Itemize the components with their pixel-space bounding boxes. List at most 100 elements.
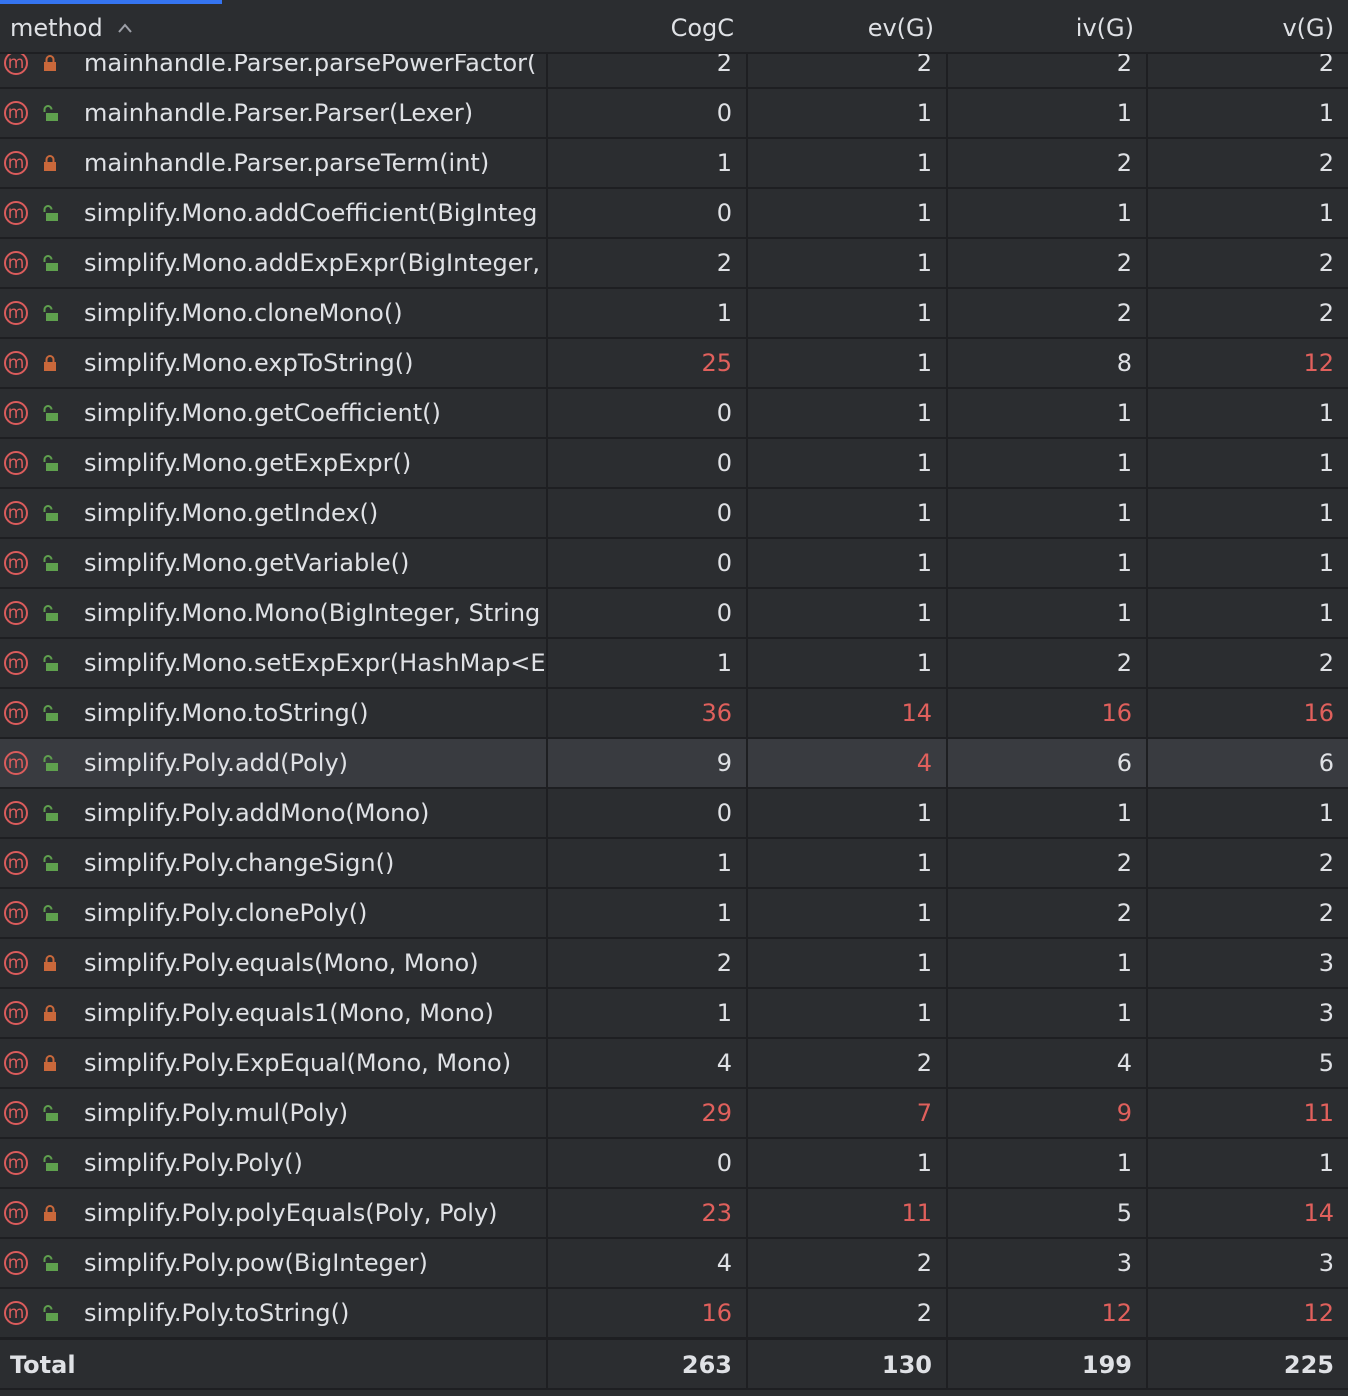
table-row[interactable]: m simplify.Mono.addCoefficient(BigInteg 0 1… [0,189,1348,239]
method-name: simplify.Poly.mul(Poly) [84,1099,349,1127]
metric-cogc-cell: 0 [548,1139,748,1187]
metric-cogc-cell: 4 [548,1039,748,1087]
method-name: simplify.Poly.addMono(Mono) [84,799,430,827]
sort-ascending-icon[interactable] [117,18,133,39]
method-cell: m simplify.Poly.polyEquals(Poly, Poly) [0,1189,548,1237]
metric-cogc-cell: 0 [548,189,748,237]
method-name: simplify.Mono.addCoefficient(BigInteg [84,199,538,227]
metric-vg-cell: 2 [1318,849,1334,877]
column-header-vg[interactable]: v(G) [1148,4,1348,52]
metric-cogc-cell: 4 [548,1239,748,1287]
table-row[interactable]: m simplify.Mono.expToString() 25 1 8 12 [0,339,1348,389]
metric-cogc-cell: 1 [548,289,748,337]
method-cell: m simplify.Poly.addMono(Mono) [0,789,548,837]
metric-cogc-cell: 1 [548,839,748,887]
table-row[interactable]: m simplify.Poly.equals(Mono, Mono) 2 1 1 3 [0,939,1348,989]
table-row[interactable]: m simplify.Mono.Mono(BigInteger, String 0 1… [0,589,1348,639]
table-row[interactable]: m simplify.Mono.getCoefficient() 0 1 1 1 [0,389,1348,439]
lock-closed-icon [38,1001,62,1025]
table-row[interactable]: m simplify.Poly.Poly() 0 1 1 1 [0,1139,1348,1189]
column-header-cogc[interactable]: CogC [548,4,748,52]
metric-vg-cell: 2 [1318,299,1334,327]
table-row[interactable]: m simplify.Poly.mul(Poly) 29 7 9 11 [0,1089,1348,1139]
metric-ivg-cell: 2 [948,639,1148,687]
metric-ivg-cell: 2 [948,139,1148,187]
total-evg: 130 [748,1340,948,1390]
table-row[interactable]: m simplify.Poly.addMono(Mono) 0 1 1 1 [0,789,1348,839]
column-header-ivg[interactable]: iv(G) [948,4,1148,52]
lock-open-icon [38,1101,62,1125]
table-body[interactable]: m mainhandle.Parser.parsePowerFactor(2 2 2 2… [0,54,1348,1340]
method-cell: m simplify.Poly.changeSign() [0,839,548,887]
table-row[interactable]: m simplify.Mono.getIndex() 0 1 1 1 [0,489,1348,539]
metric-evg-cell: 1 [748,889,948,937]
table-row[interactable]: m mainhandle.Parser.Parser(Lexer) 0 1 1 1 [0,89,1348,139]
table-row[interactable]: m simplify.Poly.add(Poly) 9 4 6 6 [0,739,1348,789]
metric-vg-cell: 1 [1318,1149,1334,1177]
metric-ivg-cell: 9 [948,1089,1148,1137]
metric-evg-cell: 1 [748,789,948,837]
table-row[interactable]: m mainhandle.Parser.parseTerm(int) 1 1 2 2 [0,139,1348,189]
table-row[interactable]: m simplify.Mono.addExpExpr(BigInteger, 2 1 2… [0,239,1348,289]
table-row[interactable]: m simplify.Poly.equals1(Mono, Mono) 1 1 1 3 [0,989,1348,1039]
method-m-icon: m [4,1051,28,1075]
lock-open-icon [38,601,62,625]
metric-ivg-cell: 4 [948,1039,1148,1087]
method-name: simplify.Poly.equals(Mono, Mono) [84,949,479,977]
metric-ivg-cell: 1 [948,489,1148,537]
table-row[interactable]: m simplify.Poly.ExpEqual(Mono, Mono) 4 2 4 5 [0,1039,1348,1089]
table-row[interactable]: m simplify.Poly.pow(BigInteger) 4 2 3 3 [0,1239,1348,1289]
table-row[interactable]: m simplify.Poly.clonePoly() 1 1 2 2 [0,889,1348,939]
method-m-icon: m [4,601,28,625]
column-header-method[interactable]: method [0,4,548,52]
metric-cogc-cell: 2 [548,939,748,987]
table-row[interactable]: m simplify.Poly.changeSign() 1 1 2 2 [0,839,1348,889]
total-label: Total [0,1340,548,1390]
metric-ivg-cell: 1 [948,389,1148,437]
metric-cogc-cell: 16 [548,1289,748,1337]
method-m-icon: m [4,401,28,425]
metric-cogc-cell: 0 [548,789,748,837]
metric-vg-cell: 2 [1318,249,1334,277]
metric-ivg-cell: 1 [948,939,1148,987]
method-cell: m simplify.Poly.mul(Poly) [0,1089,548,1137]
metric-ivg-cell: 1 [948,589,1148,637]
table-row[interactable]: m simplify.Mono.cloneMono() 1 1 2 2 [0,289,1348,339]
metric-cogc-cell: 2 [548,239,748,287]
metric-cogc-cell: 1 [548,639,748,687]
method-cell: m simplify.Poly.equals(Mono, Mono) [0,939,548,987]
method-cell: m simplify.Poly.equals1(Mono, Mono) [0,989,548,1037]
metric-cogc-cell: 9 [548,739,748,787]
method-m-icon: m [4,151,28,175]
metric-vg-cell: 3 [1318,949,1334,977]
metric-ivg-cell: 12 [948,1289,1148,1337]
metric-evg-cell: 1 [748,639,948,687]
table-row[interactable]: m simplify.Poly.polyEquals(Poly, Poly) 23 1… [0,1189,1348,1239]
table-row[interactable]: m simplify.Mono.getVariable() 0 1 1 1 [0,539,1348,589]
lock-open-icon [38,501,62,525]
table-row[interactable]: m simplify.Mono.toString() 36 14 16 16 [0,689,1348,739]
method-m-icon: m [4,951,28,975]
metric-ivg-cell: 2 [948,289,1148,337]
method-cell: m simplify.Mono.getCoefficient() [0,389,548,437]
method-name: simplify.Mono.getExpExpr() [84,449,412,477]
metric-cogc-cell: 0 [548,389,748,437]
lock-open-icon [38,451,62,475]
method-m-icon: m [4,551,28,575]
table-row[interactable]: m simplify.Poly.toString() 16 2 12 12 [0,1289,1348,1339]
method-m-icon: m [4,1201,28,1225]
table-row[interactable]: m simplify.Mono.setExpExpr(HashMap<E 1 1 2 2 [0,639,1348,689]
method-cell: m simplify.Mono.Mono(BigInteger, String [0,589,548,637]
table-row[interactable]: m mainhandle.Parser.parsePowerFactor(2 2 2 2 [0,54,1348,89]
method-m-icon: m [4,901,28,925]
metric-cogc-cell: 29 [548,1089,748,1137]
metric-evg-cell: 7 [748,1089,948,1137]
table-row[interactable]: m simplify.Mono.getExpExpr() 0 1 1 1 [0,439,1348,489]
method-name: simplify.Mono.setExpExpr(HashMap<E [84,649,546,677]
metric-evg-cell: 1 [748,89,948,137]
metric-ivg-cell: 3 [948,1239,1148,1287]
metric-ivg-cell: 1 [948,789,1148,837]
metric-cogc-cell: 23 [548,1189,748,1237]
lock-open-icon [38,401,62,425]
column-header-evg[interactable]: ev(G) [748,4,948,52]
